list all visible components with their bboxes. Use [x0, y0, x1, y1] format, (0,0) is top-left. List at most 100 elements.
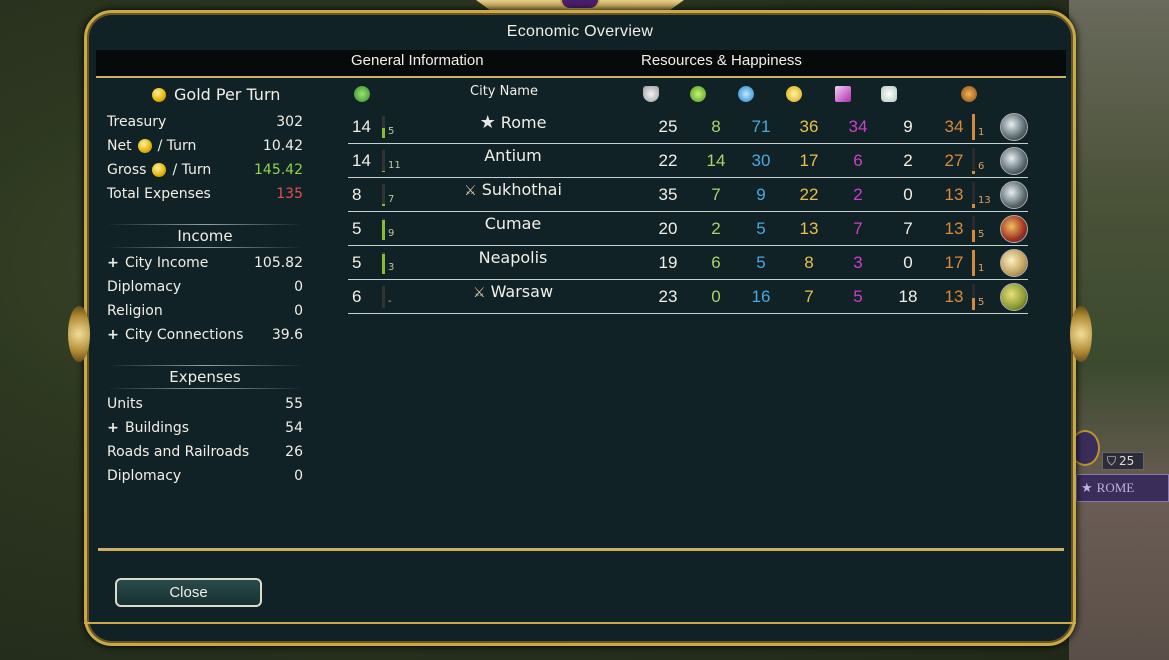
- city-faith: 0: [903, 185, 913, 204]
- city-name[interactable]: Neapolis: [418, 248, 608, 267]
- city-row[interactable]: 8 7 ⚔ Sukhothai 35 7 9 22 2 0 13 13: [348, 178, 1028, 212]
- production-item-icon[interactable]: [1000, 181, 1028, 209]
- city-culture: 6: [853, 151, 863, 170]
- city-production: 13: [944, 287, 964, 306]
- gold-icon[interactable]: [786, 86, 802, 102]
- divider: [107, 224, 303, 225]
- production-turns: 13: [978, 195, 991, 206]
- puppet-icon: ⚔: [464, 183, 477, 199]
- city-science: 9: [756, 185, 766, 204]
- city-culture: 5: [853, 287, 863, 306]
- panel-left-knob: [68, 306, 90, 362]
- city-production: 34: [944, 117, 964, 136]
- expand-plus-icon[interactable]: +: [107, 255, 119, 271]
- close-button[interactable]: Close: [115, 578, 262, 607]
- city-row[interactable]: 14 5 ★ Rome 25 8 71 36 34 9 34 1: [348, 110, 1028, 144]
- expand-plus-icon[interactable]: +: [107, 420, 119, 436]
- city-science: 5: [756, 253, 766, 272]
- production-progress-bar: [972, 182, 975, 208]
- tab-resources-happiness[interactable]: Resources & Happiness: [641, 52, 802, 69]
- divider: [107, 247, 303, 248]
- net-row: Net / Turn 10.42: [107, 138, 303, 154]
- city-science: 71: [751, 117, 771, 136]
- city-name[interactable]: ⚔ Warsaw: [418, 282, 608, 301]
- production-item-icon[interactable]: [1000, 249, 1028, 277]
- city-culture: 3: [853, 253, 863, 272]
- defense-icon[interactable]: [643, 86, 659, 102]
- production-item-icon[interactable]: [1000, 215, 1028, 243]
- growth-turns: 11: [388, 160, 401, 171]
- income-row: Diplomacy 0: [107, 279, 303, 295]
- income-row[interactable]: + City Connections 39.6: [107, 324, 303, 346]
- city-name[interactable]: Antium: [418, 146, 608, 165]
- city-food: 6: [711, 253, 721, 272]
- expense-row[interactable]: + Buildings 54: [107, 417, 303, 439]
- production-turns: 1: [978, 263, 985, 274]
- city-faith: 7: [903, 219, 913, 238]
- gold-per-turn-title: Gold Per Turn: [152, 85, 280, 104]
- growth-turns: -: [388, 296, 392, 307]
- divider: [107, 388, 303, 389]
- city-food: 7: [711, 185, 721, 204]
- city-gold: 8: [804, 253, 814, 272]
- city-row[interactable]: 5 9 Cumae 20 2 5 13 7 7 13 5: [348, 212, 1028, 246]
- production-turns: 1: [978, 127, 985, 138]
- city-food: 2: [711, 219, 721, 238]
- city-faith: 0: [903, 253, 913, 272]
- city-name[interactable]: ⚔ Sukhothai: [418, 180, 608, 199]
- science-icon[interactable]: [738, 86, 754, 102]
- production-item-icon[interactable]: [1000, 147, 1028, 175]
- total-expenses-row: Total Expenses 135: [107, 186, 303, 202]
- growth-progress-bar: [382, 150, 385, 172]
- city-food: 14: [706, 151, 726, 170]
- city-row[interactable]: 6 - ⚔ Warsaw 23 0 16 7 5 18 13 5: [348, 280, 1028, 314]
- city-faith: 9: [903, 117, 913, 136]
- city-row[interactable]: 5 3 Neapolis 19 6 5 8 3 0 17 1: [348, 246, 1028, 280]
- city-science: 16: [751, 287, 771, 306]
- city-culture: 34: [848, 117, 868, 136]
- growth-progress-bar: [382, 116, 385, 138]
- city-defense: 25: [658, 117, 678, 136]
- production-item-icon[interactable]: [1000, 113, 1028, 141]
- food-icon[interactable]: [690, 86, 706, 102]
- shield-icon: ⛉: [1107, 453, 1117, 468]
- growth-turns: 9: [388, 228, 395, 239]
- city-name[interactable]: Cumae: [418, 214, 608, 233]
- gold-coin-icon: [152, 163, 167, 177]
- city-defense: 22: [658, 151, 678, 170]
- city-name[interactable]: ★ Rome: [418, 112, 608, 133]
- tab-general-information[interactable]: General Information: [351, 52, 484, 69]
- city-faith: 2: [903, 151, 913, 170]
- capital-star-icon: ★: [479, 112, 496, 133]
- city-name-header[interactable]: City Name: [470, 84, 538, 99]
- city-gold: 22: [799, 185, 819, 204]
- city-science: 30: [751, 151, 771, 170]
- growth-icon[interactable]: [354, 86, 370, 102]
- map-city-banner[interactable]: ★ ROME: [1076, 474, 1169, 502]
- city-science: 5: [756, 219, 766, 238]
- city-gold: 7: [804, 287, 814, 306]
- expense-row: Units 55: [107, 396, 303, 412]
- expense-row: Roads and Railroads 26: [107, 444, 303, 460]
- map-city-defense: ⛉ 25: [1102, 452, 1144, 470]
- panel-top-gem: [560, 0, 600, 10]
- city-population: 14: [352, 151, 371, 170]
- city-defense: 23: [658, 287, 678, 306]
- city-row[interactable]: 14 11 Antium 22 14 30 17 6 2 27 6: [348, 144, 1028, 178]
- city-production: 27: [944, 151, 964, 170]
- production-item-icon[interactable]: [1000, 283, 1028, 311]
- faith-icon[interactable]: [881, 86, 897, 102]
- income-row[interactable]: + City Income 105.82: [107, 252, 303, 274]
- production-icon[interactable]: [961, 86, 977, 102]
- gold-coin-icon: [152, 87, 166, 102]
- panel-right-knob: [1070, 306, 1092, 362]
- expenses-title: Expenses: [169, 368, 241, 386]
- expand-plus-icon[interactable]: +: [107, 327, 119, 343]
- city-population: 5: [352, 253, 362, 272]
- culture-icon[interactable]: [835, 86, 851, 102]
- capital-star-icon: ★: [1081, 480, 1093, 495]
- city-culture: 2: [853, 185, 863, 204]
- city-gold: 17: [799, 151, 819, 170]
- income-row: Religion 0: [107, 303, 303, 319]
- production-progress-bar: [972, 284, 975, 310]
